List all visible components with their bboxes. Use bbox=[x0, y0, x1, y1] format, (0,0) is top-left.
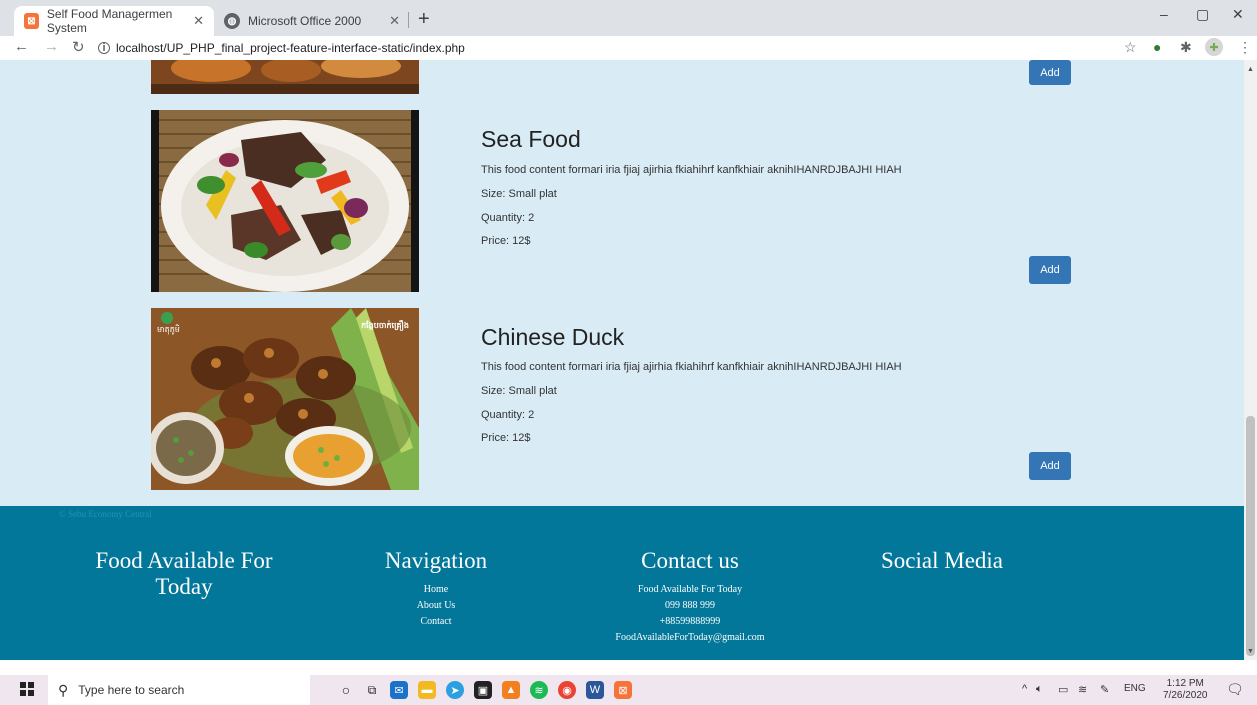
footer-link-contact[interactable]: Contact bbox=[386, 614, 486, 630]
food-quantity: Quantity: 2 bbox=[481, 212, 535, 224]
copyright-text: © Sebu Economy Central bbox=[59, 509, 152, 519]
close-window-icon[interactable]: ✕ bbox=[1232, 6, 1244, 23]
footer-link-home[interactable]: Home bbox=[386, 582, 486, 598]
mail-icon[interactable]: ✉ bbox=[390, 681, 408, 699]
footer: © Sebu Economy Central Food Available Fo… bbox=[0, 506, 1244, 660]
browser-toolbar: ← → ↻ i localhost/UP_PHP_final_project-f… bbox=[0, 36, 1257, 60]
clock-date: 7/26/2020 bbox=[1163, 690, 1208, 701]
footer-title-food-available: Food Available For Today bbox=[95, 548, 273, 599]
search-icon: ⚲ bbox=[58, 681, 69, 698]
food-image-previous bbox=[151, 60, 419, 94]
browser-tab-strip: ⊠ Self Food Managermen System ✕ ◍ Micros… bbox=[0, 0, 1257, 36]
profile-avatar[interactable]: ✚ bbox=[1205, 38, 1223, 56]
store-icon[interactable]: ▣ bbox=[474, 681, 492, 699]
chrome-icon[interactable]: ◉ bbox=[558, 681, 576, 699]
contact-email[interactable]: FoodAvailableForToday@gmail.com bbox=[590, 630, 790, 646]
windows-start-icon[interactable] bbox=[20, 682, 34, 696]
add-button-previous[interactable]: Add bbox=[1029, 60, 1071, 85]
address-bar[interactable]: i localhost/UP_PHP_final_project-feature… bbox=[98, 38, 1108, 58]
reload-icon[interactable]: ↻ bbox=[72, 38, 85, 56]
wifi-icon[interactable]: ≋ bbox=[1078, 683, 1087, 696]
add-button-sea-food[interactable]: Add bbox=[1029, 256, 1071, 284]
food-size: Size: Small plat bbox=[481, 188, 557, 200]
notification-icon[interactable]: 🗨︎ bbox=[1226, 681, 1244, 698]
taskbar-search-box[interactable]: ⚲ Type here to search bbox=[48, 675, 310, 705]
tab-self-food[interactable]: ⊠ Self Food Managermen System ✕ bbox=[14, 6, 214, 36]
menu-icon[interactable]: ⋮ bbox=[1238, 39, 1252, 56]
food-image-sea-food bbox=[151, 110, 419, 292]
clock[interactable]: 1:12 PM 7/26/2020 bbox=[1163, 678, 1208, 702]
tray-chevron-icon[interactable]: ^ bbox=[1022, 683, 1027, 695]
puzzle-icon[interactable]: ✱ bbox=[1180, 39, 1192, 56]
scrollbar-thumb[interactable] bbox=[1246, 416, 1255, 656]
footer-link-about-us[interactable]: About Us bbox=[386, 598, 486, 614]
extension-icon[interactable]: ● bbox=[1153, 39, 1161, 55]
image-caption-right: កង្កែបចាក់គ្រឿង bbox=[361, 321, 409, 330]
cortana-icon[interactable]: ○ bbox=[337, 681, 355, 699]
info-icon[interactable]: i bbox=[98, 42, 110, 54]
minimize-icon[interactable]: – bbox=[1160, 6, 1168, 22]
tab-divider bbox=[408, 12, 409, 28]
star-icon[interactable]: ☆ bbox=[1124, 39, 1137, 56]
tab-title: Microsoft Office 2000 bbox=[248, 14, 362, 28]
globe-icon: ◍ bbox=[224, 13, 240, 29]
maximize-icon[interactable]: ▢ bbox=[1196, 6, 1209, 23]
food-price: Price: 12$ bbox=[481, 432, 531, 444]
footer-title-contact-us: Contact us bbox=[641, 548, 739, 573]
food-image-chinese-duck: មាតុភូមិ កង្កែបចាក់គ្រឿង bbox=[151, 308, 419, 490]
xampp-icon: ⊠ bbox=[24, 13, 39, 29]
food-title: Chinese Duck bbox=[481, 324, 625, 350]
page-content: Add Sea Food This food content formari i… bbox=[0, 60, 1244, 660]
food-description: This food content formari iria fjiaj aji… bbox=[481, 164, 902, 176]
tab-title: Self Food Managermen System bbox=[46, 7, 173, 35]
forward-icon[interactable]: → bbox=[44, 38, 59, 55]
add-button-chinese-duck[interactable]: Add bbox=[1029, 452, 1071, 480]
file-explorer-icon[interactable]: ▬ bbox=[418, 681, 436, 699]
task-view-icon[interactable]: ⧉ bbox=[363, 681, 381, 699]
language-indicator[interactable]: ENG bbox=[1124, 683, 1146, 694]
food-quantity: Quantity: 2 bbox=[481, 409, 535, 421]
new-tab-icon[interactable]: + bbox=[418, 8, 430, 31]
scroll-down-icon[interactable]: ▼ bbox=[1247, 648, 1254, 655]
url-text: localhost/UP_PHP_final_project-feature-i… bbox=[116, 41, 465, 55]
tab-microsoft-office[interactable]: ◍ Microsoft Office 2000 ✕ bbox=[214, 6, 410, 36]
xampp-icon[interactable]: ⊠ bbox=[614, 681, 632, 699]
footer-title-navigation: Navigation bbox=[384, 548, 488, 573]
food-size: Size: Small plat bbox=[481, 385, 557, 397]
image-caption-left: មាតុភូមិ bbox=[157, 325, 180, 334]
volume-icon[interactable]: 🔈︎ bbox=[1036, 683, 1043, 696]
page-scrollbar[interactable]: ▲ ▼ bbox=[1244, 60, 1257, 660]
pen-icon[interactable]: ✎ bbox=[1100, 683, 1109, 696]
vlc-icon[interactable]: ▲ bbox=[502, 681, 520, 699]
battery-icon[interactable]: ▭ bbox=[1058, 683, 1068, 696]
contact-line: Food Available For Today bbox=[637, 584, 743, 595]
food-price: Price: 12$ bbox=[481, 235, 531, 247]
back-icon[interactable]: ← bbox=[14, 38, 29, 55]
food-title: Sea Food bbox=[481, 126, 581, 152]
scroll-up-icon[interactable]: ▲ bbox=[1247, 66, 1254, 73]
search-placeholder: Type here to search bbox=[78, 683, 185, 697]
close-icon[interactable]: ✕ bbox=[193, 13, 204, 29]
contact-phone: 099 888 999 bbox=[665, 600, 715, 611]
windows-taskbar: ⚲ Type here to search ○ ⧉ ✉ ▬ ➤ ▣ ▲ ≋ ◉ … bbox=[0, 675, 1257, 705]
telegram-icon[interactable]: ➤ bbox=[446, 681, 464, 699]
spotify-icon[interactable]: ≋ bbox=[530, 681, 548, 699]
clock-time: 1:12 PM bbox=[1166, 678, 1204, 689]
word-icon[interactable]: W bbox=[586, 681, 604, 699]
contact-phone-intl: +88599888999 bbox=[659, 616, 721, 627]
food-description: This food content formari iria fjiaj aji… bbox=[481, 361, 902, 373]
close-icon[interactable]: ✕ bbox=[389, 13, 400, 29]
footer-title-social-media: Social Media bbox=[881, 548, 1003, 573]
